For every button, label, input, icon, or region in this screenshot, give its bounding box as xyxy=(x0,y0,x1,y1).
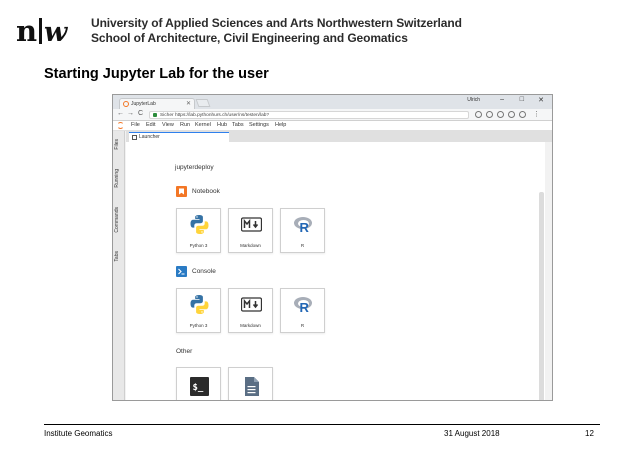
current-directory: jupyterdeploy xyxy=(175,164,214,171)
notebook-section-icon xyxy=(176,186,187,197)
other-section-title: Other xyxy=(176,348,193,355)
launcher-card-markdown-console[interactable]: Markdown xyxy=(228,288,273,333)
browser-user: Ulrich xyxy=(467,97,480,103)
markdown-icon xyxy=(241,217,262,232)
school-name: School of Architecture, Civil Engineerin… xyxy=(91,31,408,45)
dock-tabbar: Launcher xyxy=(126,131,552,142)
svg-text:R: R xyxy=(300,220,310,235)
card-label: Markdown xyxy=(240,323,261,328)
lock-icon xyxy=(153,113,157,117)
python-icon xyxy=(190,295,209,314)
launcher-panel: jupyterdeploy Notebook Python 3 Markdown xyxy=(126,142,545,400)
menu-run[interactable]: Run xyxy=(180,122,190,128)
svg-text:R: R xyxy=(300,300,310,315)
menu-tabs[interactable]: Tabs xyxy=(232,122,244,128)
launcher-card-python3-console[interactable]: Python 3 xyxy=(176,288,221,333)
maximize-icon[interactable]: □ xyxy=(520,96,524,103)
reload-icon[interactable]: C xyxy=(138,110,143,117)
more-menu-icon[interactable]: ⋮ xyxy=(533,110,540,118)
launcher-card-python3-notebook[interactable]: Python 3 xyxy=(176,208,221,253)
tab-launcher[interactable]: Launcher xyxy=(129,132,229,142)
left-sidebar: Files Running Commands Tabs xyxy=(113,131,125,400)
launcher-card-text-file[interactable] xyxy=(228,367,273,400)
svg-text:$_: $_ xyxy=(193,383,204,393)
svg-text:w: w xyxy=(44,17,69,48)
profile-icon[interactable] xyxy=(519,111,526,118)
card-label: R xyxy=(300,323,305,328)
extension-icon[interactable] xyxy=(508,111,515,118)
url-security-label: Sicher xyxy=(160,113,174,118)
menu-help[interactable]: Help xyxy=(275,122,286,128)
minimize-icon[interactable]: – xyxy=(500,96,504,103)
svg-text:n: n xyxy=(16,14,37,48)
notebook-section-title: Notebook xyxy=(192,188,220,195)
scrollbar[interactable] xyxy=(539,192,544,400)
python-icon xyxy=(190,215,209,234)
browser-tab[interactable]: JupyterLab ✕ xyxy=(119,98,195,109)
launcher-card-r-console[interactable]: R R xyxy=(280,288,325,333)
launcher-card-r-notebook[interactable]: R R xyxy=(280,208,325,253)
r-icon: R xyxy=(294,297,312,315)
tab-close-icon[interactable]: ✕ xyxy=(186,99,191,109)
jupyter-logo-icon xyxy=(117,122,124,129)
r-icon: R xyxy=(294,217,312,235)
text-file-icon xyxy=(245,377,259,396)
back-icon[interactable]: ← xyxy=(117,110,124,117)
browser-window: JupyterLab ✕ Ulrich – □ ✕ ← → C Sicher h… xyxy=(112,94,553,401)
tab-launcher-label: Launcher xyxy=(139,134,160,140)
sidebar-tab-running[interactable]: Running xyxy=(114,169,124,188)
menu-kernel[interactable]: Kernel xyxy=(195,122,211,128)
search-icon[interactable] xyxy=(475,111,482,118)
url-text: https://lab.pythonhurs.ch/user/ns/testen… xyxy=(174,113,270,118)
jupyter-menubar: File Edit View Run Kernel Hub Tabs Setti… xyxy=(113,121,552,131)
footer-date: 31 August 2018 xyxy=(444,429,500,438)
institution-name: University of Applied Sciences and Arts … xyxy=(91,16,462,30)
fhnw-logo: n w xyxy=(16,14,69,48)
forward-icon[interactable]: → xyxy=(127,110,134,117)
close-window-icon[interactable]: ✕ xyxy=(538,96,544,104)
launcher-card-markdown-notebook[interactable]: Markdown xyxy=(228,208,273,253)
footer-divider xyxy=(44,424,600,425)
slide-title: Starting Jupyter Lab for the user xyxy=(44,66,269,82)
sidebar-tab-tabs[interactable]: Tabs xyxy=(114,251,124,262)
launcher-card-terminal[interactable]: $_ xyxy=(176,367,221,400)
menu-file[interactable]: File xyxy=(131,122,140,128)
card-label: R xyxy=(300,243,305,248)
card-label: Markdown xyxy=(240,243,261,248)
star-icon[interactable] xyxy=(486,111,493,118)
card-label: Python 3 xyxy=(189,323,208,328)
console-section-icon xyxy=(176,266,187,277)
menu-hub[interactable]: Hub xyxy=(217,122,227,128)
sidebar-tab-commands[interactable]: Commands xyxy=(114,207,124,233)
address-bar: ← → C Sicher https://lab.pythonhurs.ch/u… xyxy=(113,109,552,121)
sidebar-tab-files[interactable]: Files xyxy=(114,139,124,150)
terminal-icon: $_ xyxy=(190,377,209,396)
menu-settings[interactable]: Settings xyxy=(249,122,269,128)
url-field[interactable]: Sicher https://lab.pythonhurs.ch/user/ns… xyxy=(149,111,469,119)
console-section-title: Console xyxy=(192,268,216,275)
extension-icon[interactable] xyxy=(497,111,504,118)
menu-edit[interactable]: Edit xyxy=(146,122,155,128)
jupyter-favicon-icon xyxy=(123,101,129,107)
launcher-icon xyxy=(132,135,137,140)
footer-page-number: 12 xyxy=(585,429,594,438)
markdown-icon xyxy=(241,297,262,312)
browser-tab-title: JupyterLab xyxy=(131,101,156,107)
new-tab-button[interactable] xyxy=(195,99,211,107)
footer-institute: Institute Geomatics xyxy=(44,429,113,438)
browser-tabbar: JupyterLab ✕ Ulrich – □ ✕ xyxy=(113,95,552,109)
card-label: Python 3 xyxy=(189,243,208,248)
menu-view[interactable]: View xyxy=(162,122,174,128)
